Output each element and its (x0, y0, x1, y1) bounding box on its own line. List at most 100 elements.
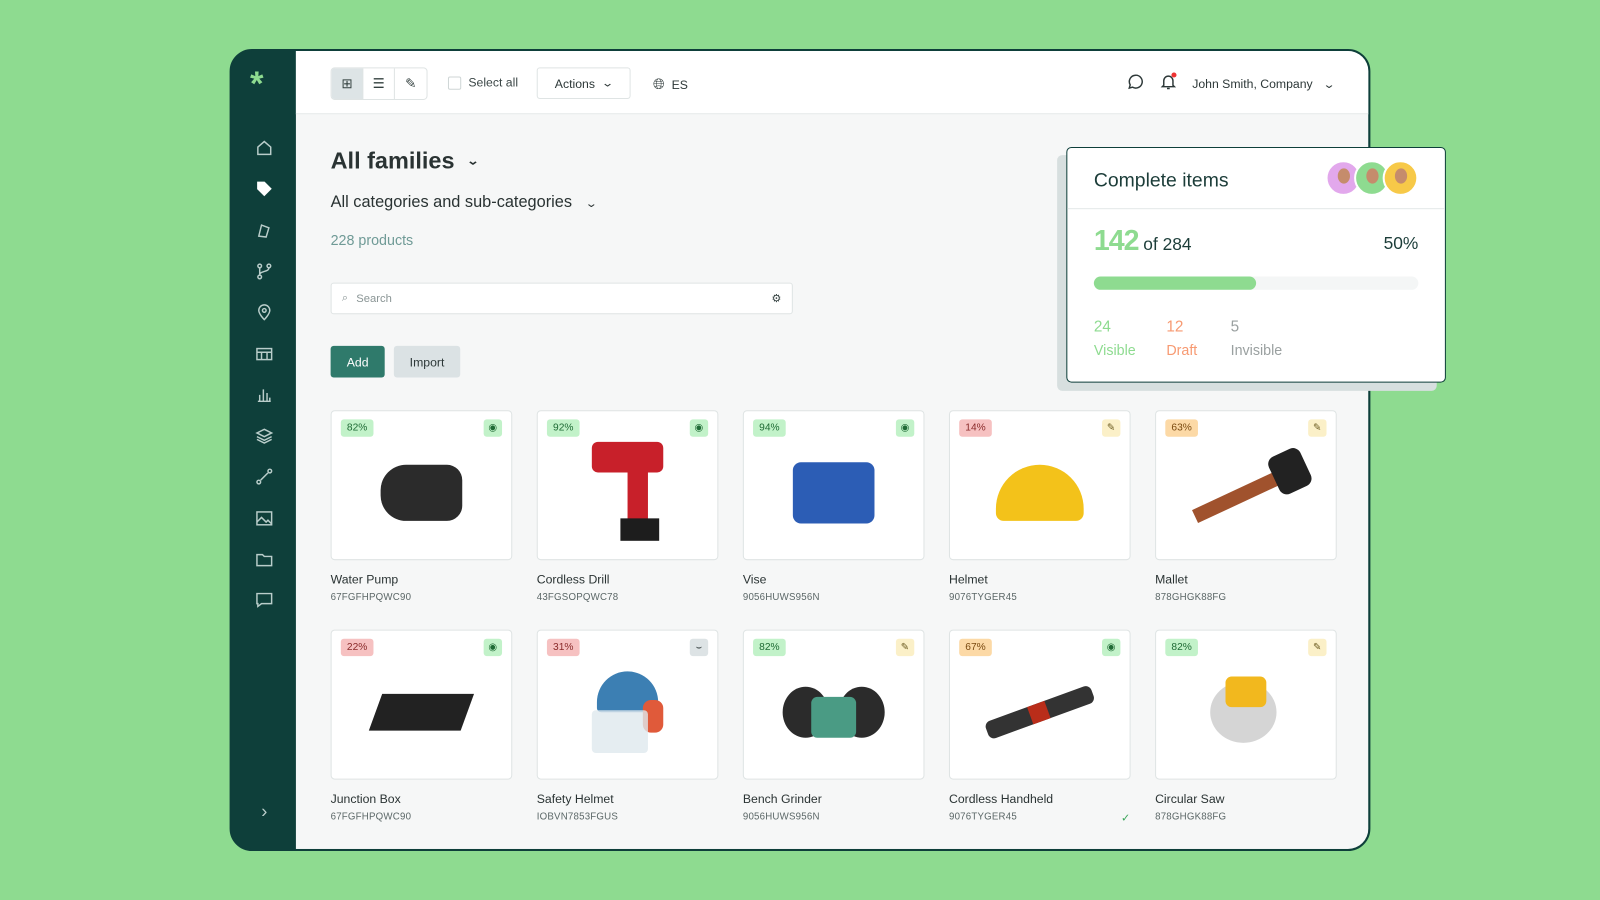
sidebar-item[interactable] (253, 137, 275, 159)
sidebar-item[interactable] (253, 589, 275, 611)
search-input[interactable]: ⌕ Search ⚙ (330, 282, 793, 315)
bar-chart-icon (257, 389, 271, 402)
list-view-button[interactable]: ☰ (363, 68, 395, 99)
sidebar-item[interactable] (253, 466, 275, 488)
completion-badge: 94% (753, 419, 786, 437)
sidebar-item[interactable] (253, 342, 275, 364)
product-sku: 878GHGK88FG (1155, 811, 1227, 823)
sidebar-item[interactable] (253, 301, 275, 323)
product-image[interactable]: 92% ◉ (536, 410, 719, 561)
stat-invisible: 5 Invisible (1231, 318, 1283, 358)
location-pin-icon (258, 304, 271, 321)
product-name[interactable]: Cordless Drill (537, 572, 719, 586)
sidebar-item[interactable] (253, 507, 275, 529)
product-name[interactable]: Cordless Handheld (949, 792, 1131, 806)
eye-closed-icon[interactable]: ⌣ (689, 638, 709, 657)
product-name[interactable]: Safety Helmet (537, 792, 719, 806)
product-image[interactable]: 82% ✎ (742, 629, 925, 780)
edit-icon[interactable]: ✎ (1102, 419, 1121, 437)
user-menu[interactable]: John Smith, Company ⌄ (1192, 76, 1335, 90)
search-icon: ⌕ (341, 291, 349, 305)
product-card[interactable]: 22% ◉ Junction Box 67FGFHPQWC90 (330, 629, 513, 822)
stat-label: Visible (1093, 341, 1136, 359)
product-image[interactable]: 94% ◉ (742, 410, 925, 561)
completion-badge: 67% (959, 638, 992, 657)
edit-icon[interactable]: ✎ (1308, 419, 1327, 437)
check-icon: ✓ (1120, 812, 1131, 825)
checkbox[interactable] (447, 76, 462, 90)
product-card[interactable]: 14% ✎ Helmet 9076TYGER45 (948, 410, 1131, 604)
sidebar-item[interactable] (253, 383, 275, 405)
product-image[interactable]: 22% ◉ (330, 629, 513, 780)
product-image[interactable]: 82% ✎ (1155, 629, 1337, 780)
language-label: ES (671, 77, 688, 92)
settings-icon[interactable]: ⚙ (772, 292, 782, 305)
layers-icon (255, 428, 274, 444)
product-card[interactable]: 67% ◉ Cordless Handheld 9076TYGER45 ✓ (948, 629, 1131, 825)
eye-icon[interactable]: ◉ (483, 419, 503, 437)
chevron-down-icon: ⌄ (601, 77, 615, 90)
page-title: All families (330, 146, 455, 174)
expand-sidebar-button[interactable]: › (253, 800, 275, 822)
edit-view-button[interactable]: ✎ (395, 68, 427, 99)
eye-icon[interactable]: ◉ (1102, 638, 1121, 657)
actions-dropdown[interactable]: Actions ⌄ (536, 67, 631, 99)
product-name[interactable]: Helmet (949, 572, 1131, 586)
product-name[interactable]: Vise (743, 572, 925, 586)
import-button[interactable]: Import (393, 345, 461, 378)
completion-badge: 31% (546, 638, 580, 657)
category-selector[interactable]: All categories and sub-categories ⌄ (330, 193, 598, 212)
product-card[interactable]: 82% ✎ Bench Grinder 9056HUWS956N (742, 629, 925, 823)
select-all-label: Select all (468, 75, 519, 90)
product-card[interactable]: 63% ✎ Mallet 878GHGK88FG (1155, 410, 1337, 603)
product-card[interactable]: 82% ◉ Water Pump 67FGFHPQWC90 (330, 410, 513, 603)
product-photo (368, 693, 475, 731)
cards-icon (257, 223, 270, 238)
product-name[interactable]: Junction Box (331, 792, 513, 806)
product-sku: 9076TYGER45 (948, 591, 1017, 604)
completion-badge: 82% (340, 419, 374, 437)
product-sku: 9056HUWS956N (742, 811, 820, 823)
grid-view-button[interactable]: ⊞ (331, 68, 364, 99)
product-name[interactable]: Bench Grinder (743, 792, 925, 806)
eye-icon[interactable]: ◉ (689, 419, 709, 437)
product-image[interactable]: 63% ✎ (1155, 410, 1337, 561)
product-sku: IOBVN7853FGUS (536, 811, 619, 823)
notification-bell-icon[interactable] (1160, 72, 1178, 93)
category-label: All categories and sub-categories (330, 193, 573, 212)
family-selector[interactable]: All families ⌄ (330, 146, 480, 175)
avatar-group (1325, 160, 1419, 196)
sidebar-item[interactable] (253, 178, 275, 200)
eye-icon[interactable]: ◉ (895, 419, 915, 437)
product-image[interactable]: 82% ◉ (330, 410, 513, 561)
product-image[interactable]: 67% ◉ (948, 629, 1131, 780)
product-image[interactable]: 31% ⌣ (536, 629, 719, 780)
product-photo (782, 681, 885, 742)
language-selector[interactable]: 🌐︎ ES (653, 76, 688, 93)
product-photo (591, 441, 664, 544)
product-card[interactable]: 82% ✎ Circular Saw 878GHGK88FG (1155, 629, 1337, 823)
product-card[interactable]: 31% ⌣ Safety Helmet IOBVN7853FGUS (536, 629, 719, 823)
edit-icon[interactable]: ✎ (1308, 638, 1327, 657)
sidebar-item[interactable] (253, 548, 275, 570)
product-card[interactable]: 92% ◉ Cordless Drill 43FGSOPQWC78 (536, 410, 719, 603)
select-all-checkbox[interactable]: Select all (447, 75, 519, 90)
chat-icon[interactable] (1127, 72, 1145, 93)
product-name[interactable]: Water Pump (331, 572, 513, 586)
product-name[interactable]: Mallet (1155, 572, 1337, 586)
product-count: 228 products (330, 231, 414, 248)
sidebar-item[interactable] (253, 219, 275, 241)
completion-badge: 82% (1165, 638, 1198, 657)
product-card[interactable]: 94% ◉ Vise 9056HUWS956N (742, 410, 925, 603)
completion-count: 142 of 284 (1094, 224, 1192, 257)
eye-icon[interactable]: ◉ (483, 638, 503, 657)
completion-badge: 63% (1165, 419, 1198, 437)
sidebar-item[interactable] (253, 260, 275, 282)
avatar[interactable] (1382, 160, 1419, 196)
product-name[interactable]: Circular Saw (1155, 792, 1337, 806)
add-button[interactable]: Add (330, 345, 385, 378)
sidebar-item[interactable] (253, 425, 275, 447)
edit-icon[interactable]: ✎ (895, 638, 915, 657)
product-image[interactable]: 14% ✎ (948, 410, 1131, 561)
stat-value: 12 (1166, 318, 1184, 336)
